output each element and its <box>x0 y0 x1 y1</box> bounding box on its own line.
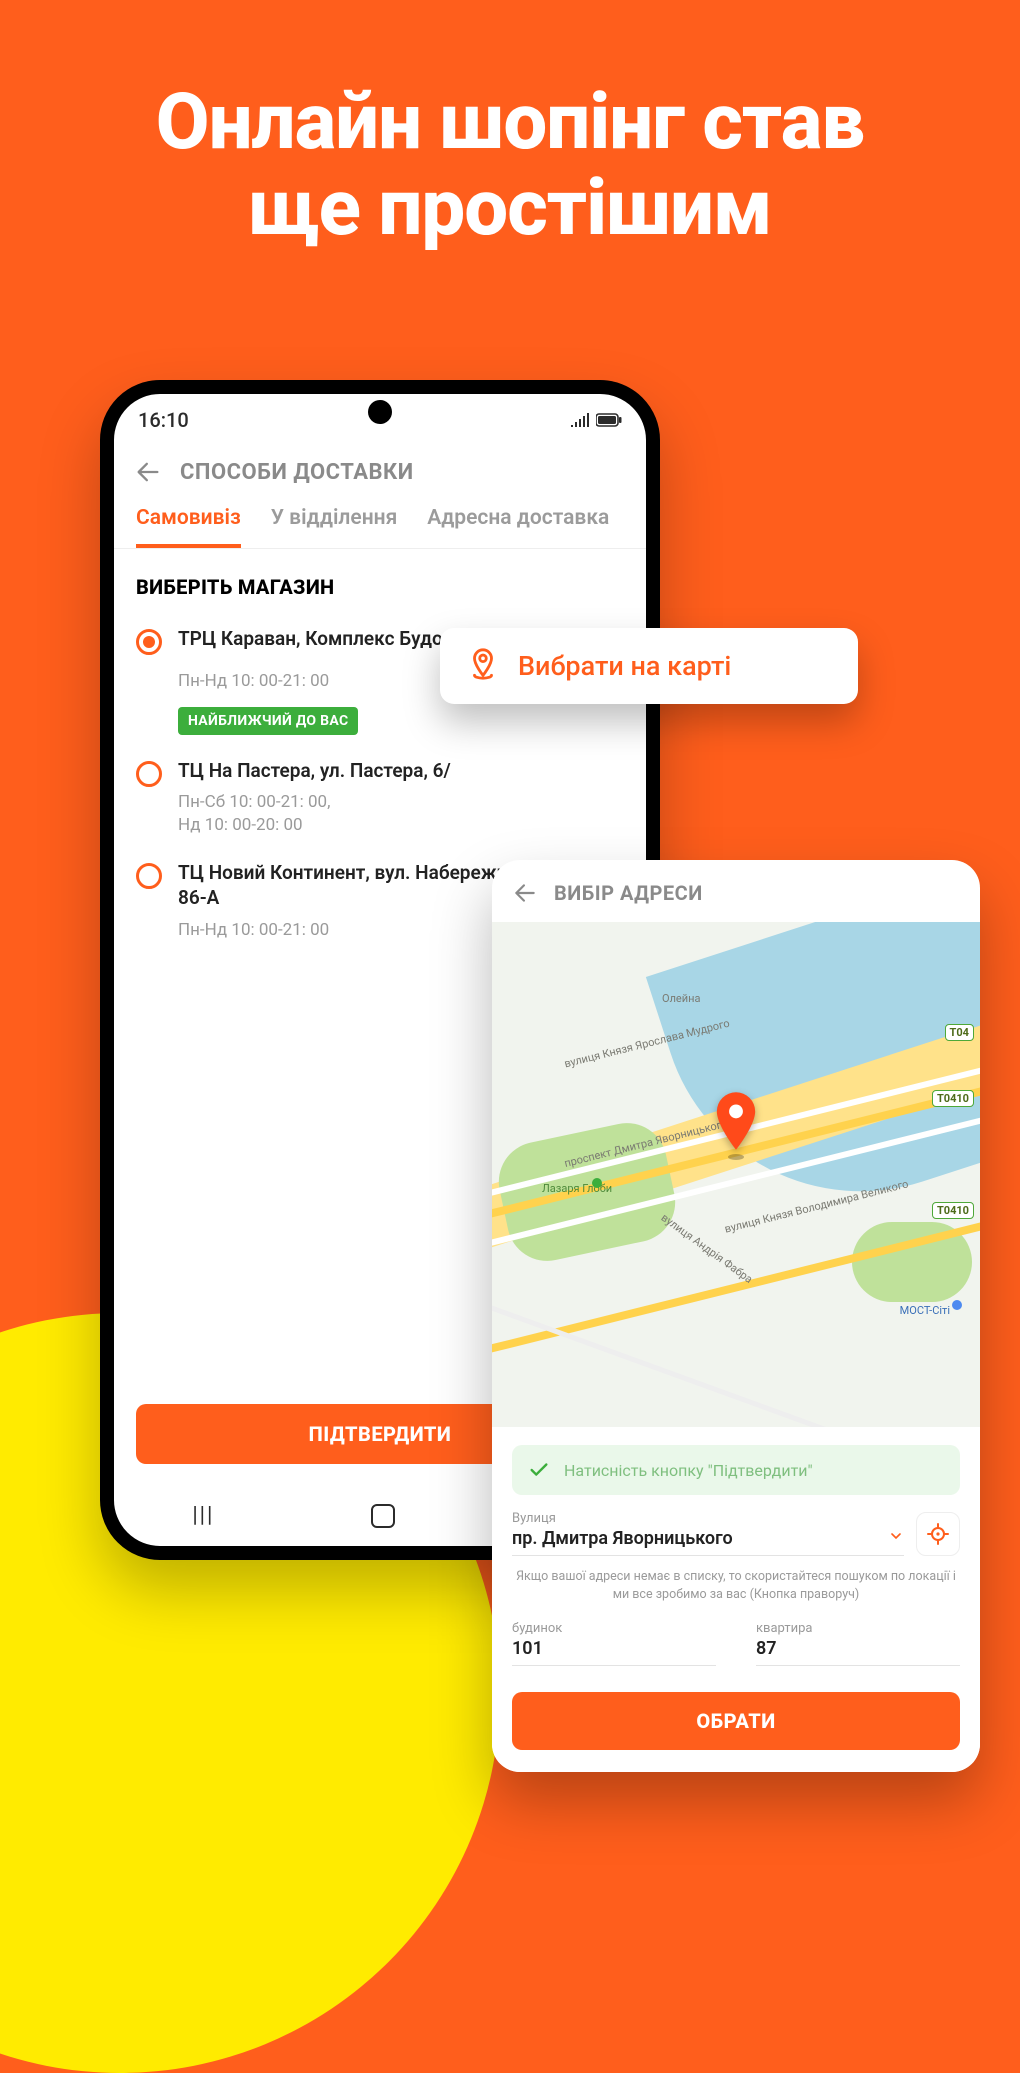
app-header: СПОСОБИ ДОСТАВКИ <box>114 442 646 496</box>
map-view[interactable]: Т04 Т0410 Т0410 Олейна вулиця Князя Ярос… <box>492 922 980 1427</box>
address-bottom-sheet: Натисність кнопку "Підтвердити" Вулиця п… <box>492 1427 980 1772</box>
store-hours: Пн-Нд 10: 00-21: 00 <box>178 670 329 693</box>
building-label: будинок <box>512 1621 716 1636</box>
street-value: пр. Дмитра Яворницького <box>512 1528 733 1549</box>
battery-icon <box>596 413 622 427</box>
building-field[interactable]: будинок 101 <box>512 1621 716 1666</box>
hero-line2: ще простішим <box>248 163 771 254</box>
hero-line1: Онлайн шопінг став <box>156 77 864 168</box>
map-pin-shadow <box>728 1154 744 1160</box>
map-road <box>492 1302 980 1427</box>
status-time: 16:10 <box>138 408 189 432</box>
tab-address[interactable]: Адресна доставка <box>427 506 609 548</box>
status-right <box>570 413 622 427</box>
tab-branch[interactable]: У відділення <box>271 506 398 548</box>
phone-address-picker: ВИБІР АДРЕСИ Т04 Т0410 Т0410 Олейна вули… <box>492 860 980 1772</box>
map-pin-icon <box>466 647 500 685</box>
store-item[interactable]: ТЦ На Пастера, ул. Пастера, 6/ Пн-Сб 10:… <box>136 745 624 848</box>
apartment-field[interactable]: квартира 87 <box>756 1621 960 1666</box>
building-value: 101 <box>512 1638 543 1659</box>
store-main: ТЦ На Пастера, ул. Пастера, 6/ Пн-Сб 10:… <box>178 759 624 838</box>
poi-dot-icon <box>592 1178 602 1188</box>
map-center-pin-icon <box>713 1092 759 1154</box>
apartment-value: 87 <box>756 1638 777 1659</box>
radio-icon[interactable] <box>136 863 162 889</box>
radio-selected-icon[interactable] <box>136 629 162 655</box>
back-icon[interactable] <box>512 880 538 906</box>
help-text: Якщо вашої адреси немає в списку, то ско… <box>512 1568 960 1603</box>
select-button-label: ОБРАТИ <box>696 1709 775 1733</box>
confirm-button-label: ПІДТВЕРДИТИ <box>309 1422 452 1446</box>
radio-icon[interactable] <box>136 761 162 787</box>
nav-home-icon[interactable] <box>371 1504 395 1528</box>
confirm-hint-text: Натисність кнопку "Підтвердити" <box>564 1461 813 1480</box>
page-title: СПОСОБИ ДОСТАВКИ <box>180 460 414 485</box>
locate-me-button[interactable] <box>916 1512 960 1556</box>
select-on-map-label: Вибрати на карті <box>518 650 731 682</box>
nav-recent-icon[interactable]: ||| <box>192 1503 214 1528</box>
back-icon[interactable] <box>134 458 162 486</box>
signal-icon <box>570 413 590 427</box>
apartment-label: квартира <box>756 1621 960 1636</box>
highway-badge: Т04 <box>945 1024 974 1041</box>
highway-badge: Т0410 <box>932 1090 974 1107</box>
map-poi-label: МОСТ-Сіті <box>900 1304 950 1317</box>
delivery-tabs: Самовивіз У відділення Адресна доставка <box>114 496 646 549</box>
chevron-down-icon <box>888 1528 904 1549</box>
hero-title: Онлайн шопінг став ще простішим <box>0 0 1020 252</box>
confirm-hint: Натисність кнопку "Підтвердити" <box>512 1445 960 1495</box>
phone-camera <box>368 400 392 424</box>
store-hours: Пн-Сб 10: 00-21: 00, Нд 10: 00-20: 00 <box>178 791 624 837</box>
choose-store-title: ВИБЕРІТЬ МАГАЗИН <box>114 549 646 613</box>
address-title: ВИБІР АДРЕСИ <box>554 881 703 905</box>
address-header: ВИБІР АДРЕСИ <box>492 860 980 922</box>
store-name: ТЦ На Пастера, ул. Пастера, 6/ <box>178 759 624 784</box>
tab-pickup[interactable]: Самовивіз <box>136 506 241 548</box>
select-on-map-pill[interactable]: Вибрати на карті <box>440 628 858 704</box>
nearest-badge: НАЙБЛИЖЧИЙ ДО ВАС <box>178 707 358 735</box>
map-label: Олейна <box>662 992 700 1005</box>
poi-dot-icon <box>952 1300 962 1310</box>
highway-badge: Т0410 <box>932 1202 974 1219</box>
crosshair-icon <box>926 1522 950 1546</box>
select-button[interactable]: ОБРАТИ <box>512 1692 960 1750</box>
check-icon <box>528 1459 550 1481</box>
street-label: Вулиця <box>512 1511 904 1526</box>
street-field[interactable]: Вулиця пр. Дмитра Яворницького <box>512 1511 904 1556</box>
